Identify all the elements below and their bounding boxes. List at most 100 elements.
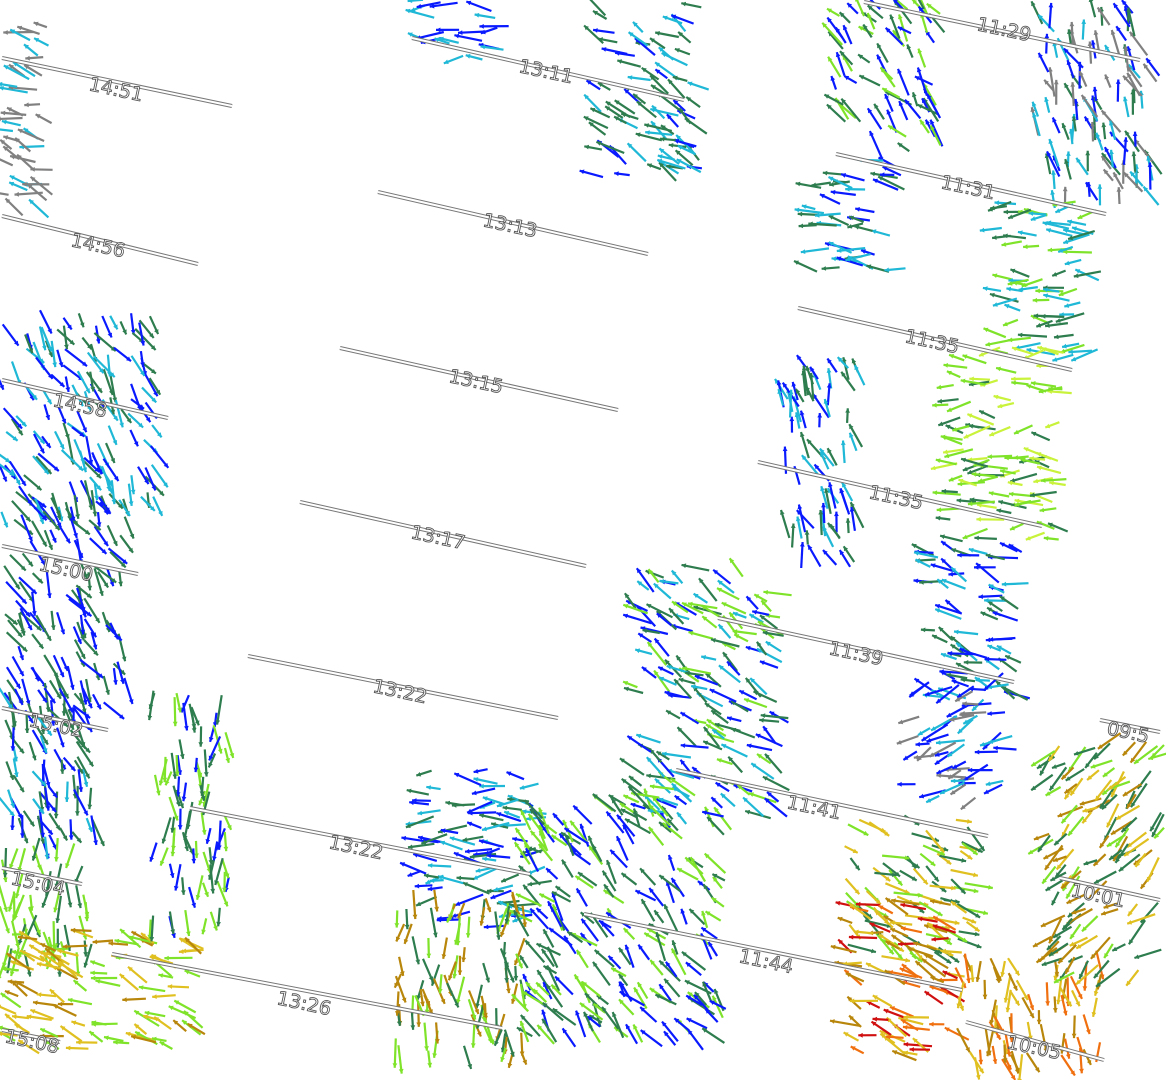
vector-arrow [592,28,615,34]
vector-arrow [1030,431,1051,442]
vector-arrow [1087,41,1093,64]
vector-arrow [849,857,861,871]
vector-arrow [83,618,98,638]
vector-arrow [632,21,644,34]
vector-arrow [1030,381,1057,388]
vector-arrow [730,700,749,713]
vector-arrow [984,656,1007,662]
vector-arrow [995,680,1016,700]
vector-arrow [674,794,688,806]
vector-arrow [974,676,990,689]
vector-arrow [970,965,975,983]
vector-arrow [923,953,949,970]
vector-arrow [71,831,83,844]
vector-arrow [1079,797,1102,806]
vector-arrow [1104,74,1112,89]
time-label: 14:51 [87,73,145,106]
vector-arrow [130,475,136,495]
vector-arrow [33,21,48,29]
vector-arrow [796,354,807,368]
vector-arrow [65,1045,89,1051]
vector-arrow [1069,923,1082,940]
vector-arrow [673,1017,690,1032]
vector-arrow [31,520,48,547]
vector-arrow [733,633,749,643]
vector-arrow [471,787,496,796]
vector-field-map: 14:51 14:56 14:58 15:00 15:02 15:04 15:0… [0,0,1166,1080]
vector-arrow [789,416,795,433]
vector-arrow [987,735,1013,744]
vector-arrow [44,787,51,811]
vector-arrow [195,875,204,900]
vector-arrow [1000,960,1006,977]
vector-arrow [701,910,709,929]
vector-arrow [826,7,841,17]
vector-arrow [920,627,935,633]
vector-arrow [33,37,50,47]
vector-arrow [958,930,980,937]
vector-arrow [975,562,1000,584]
vector-arrow [983,783,1003,795]
vector-arrow [223,747,231,764]
vector-arrow [168,863,175,879]
vector-arrow [1030,213,1047,221]
vector-arrow [879,66,896,88]
vector-arrow [1048,2,1054,29]
vector-arrow [974,535,997,541]
vector-arrow [1097,184,1103,206]
vector-arrow [5,666,22,690]
vector-arrow [181,782,188,802]
vector-arrow [474,12,496,19]
vector-arrow [23,43,39,57]
vector-arrow [950,868,979,878]
vector-arrow [4,197,24,217]
vector-arrow [850,1045,865,1055]
vector-arrow [953,629,979,636]
time-label: 13:15 [447,365,505,398]
vector-arrow [987,711,1006,716]
vector-arrow [1081,19,1087,40]
vector-arrow [466,821,482,830]
vector-arrow [617,59,641,68]
vector-arrow [830,75,838,90]
vector-arrow [127,965,148,984]
vector-arrow [106,354,112,377]
vector-arrow [10,727,16,751]
vector-arrow [32,455,50,475]
vector-arrow [929,1021,945,1027]
vector-arrow [3,64,30,81]
vector-arrow [56,349,64,368]
vector-arrow [992,273,1012,281]
vector-arrow [871,229,891,237]
vector-arrow [95,979,121,987]
vector-arrow [1045,982,1050,1006]
vector-arrow [71,426,85,438]
vector-arrow [680,908,688,925]
vector-arrow [858,74,881,87]
vector-arrow [814,212,841,218]
vector-arrow [28,741,37,761]
vector-arrow [433,889,439,912]
vector-arrow [44,836,50,860]
vector-arrow [962,916,977,924]
vector-arrow [70,927,92,933]
vector-arrow [107,425,118,446]
vector-arrow [480,44,504,51]
vector-arrow [12,775,25,793]
vector-arrow [64,376,71,393]
vector-arrow [180,877,186,895]
vector-arrow [177,808,183,830]
time-label: 11:39 [827,637,885,670]
vector-arrow [1061,122,1070,140]
vector-arrow [819,193,841,205]
vector-arrow [596,994,609,1006]
vector-arrow [114,399,124,428]
vector-arrow [66,666,75,690]
vector-arrow [801,370,807,397]
vector-arrow [1134,948,1162,960]
vector-arrow [821,266,840,271]
vector-arrow [129,429,139,447]
vector-arrow [936,773,966,779]
vector-arrow [87,787,93,810]
vector-arrow [926,2,941,15]
